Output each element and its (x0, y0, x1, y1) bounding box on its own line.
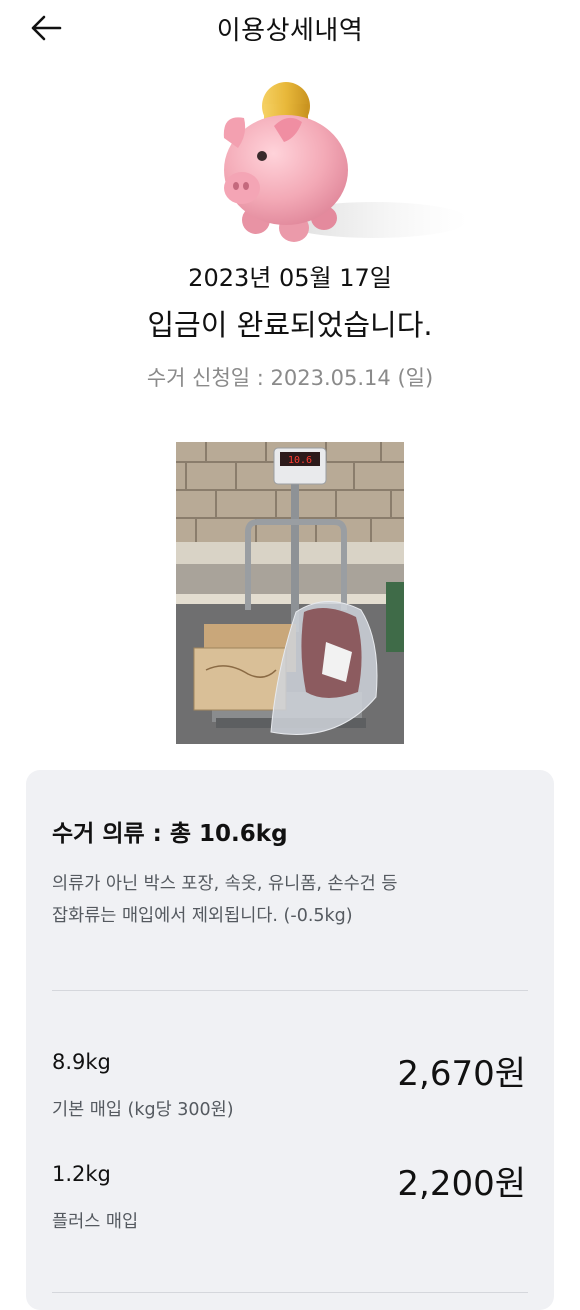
page-title: 이용상세내역 (216, 16, 364, 46)
plus-purchase-weight: 1.2kg (52, 1162, 111, 1186)
request-date-line: 수거 신청일 : 2023.05.14 (일) (0, 362, 580, 392)
exclusion-note: 의류가 아닌 박스 포장, 속옷, 유니폼, 손수건 등 잡화류는 매입에서 제… (52, 868, 512, 932)
divider (52, 1292, 528, 1293)
request-date-value: 2023.05.14 (일) (270, 366, 434, 390)
basic-purchase-amount: 2,670원 (397, 1054, 526, 1094)
divider (52, 990, 528, 991)
plus-purchase-label: 플러스 매입 (52, 1212, 139, 1232)
collection-summary-card: 수거 의류 : 총 10.6kg 의류가 아닌 박스 포장, 속옷, 유니폼, … (26, 770, 554, 1310)
svg-text:10.6: 10.6 (288, 455, 312, 466)
exclusion-note-line-2: 잡화류는 매입에서 제외됩니다. (-0.5kg) (52, 906, 353, 926)
basic-purchase-weight: 8.9kg (52, 1050, 111, 1074)
collection-total-title: 수거 의류 : 총 10.6kg (52, 821, 288, 847)
exclusion-note-line-1: 의류가 아닌 박스 포장, 속옷, 유니폼, 손수건 등 (52, 874, 398, 894)
request-date-label: 수거 신청일 : (146, 366, 271, 390)
deposit-date: 2023년 05월 17일 (188, 264, 392, 292)
collection-photo: 10.6 (176, 442, 404, 744)
piggy-bank-icon (204, 78, 474, 248)
app-header: 이용상세내역 (0, 0, 580, 56)
deposit-status: 입금이 완료되었습니다. (147, 308, 433, 342)
basic-purchase-label: 기본 매입 (kg당 300원) (52, 1100, 234, 1120)
plus-purchase-amount: 2,200원 (397, 1164, 526, 1204)
